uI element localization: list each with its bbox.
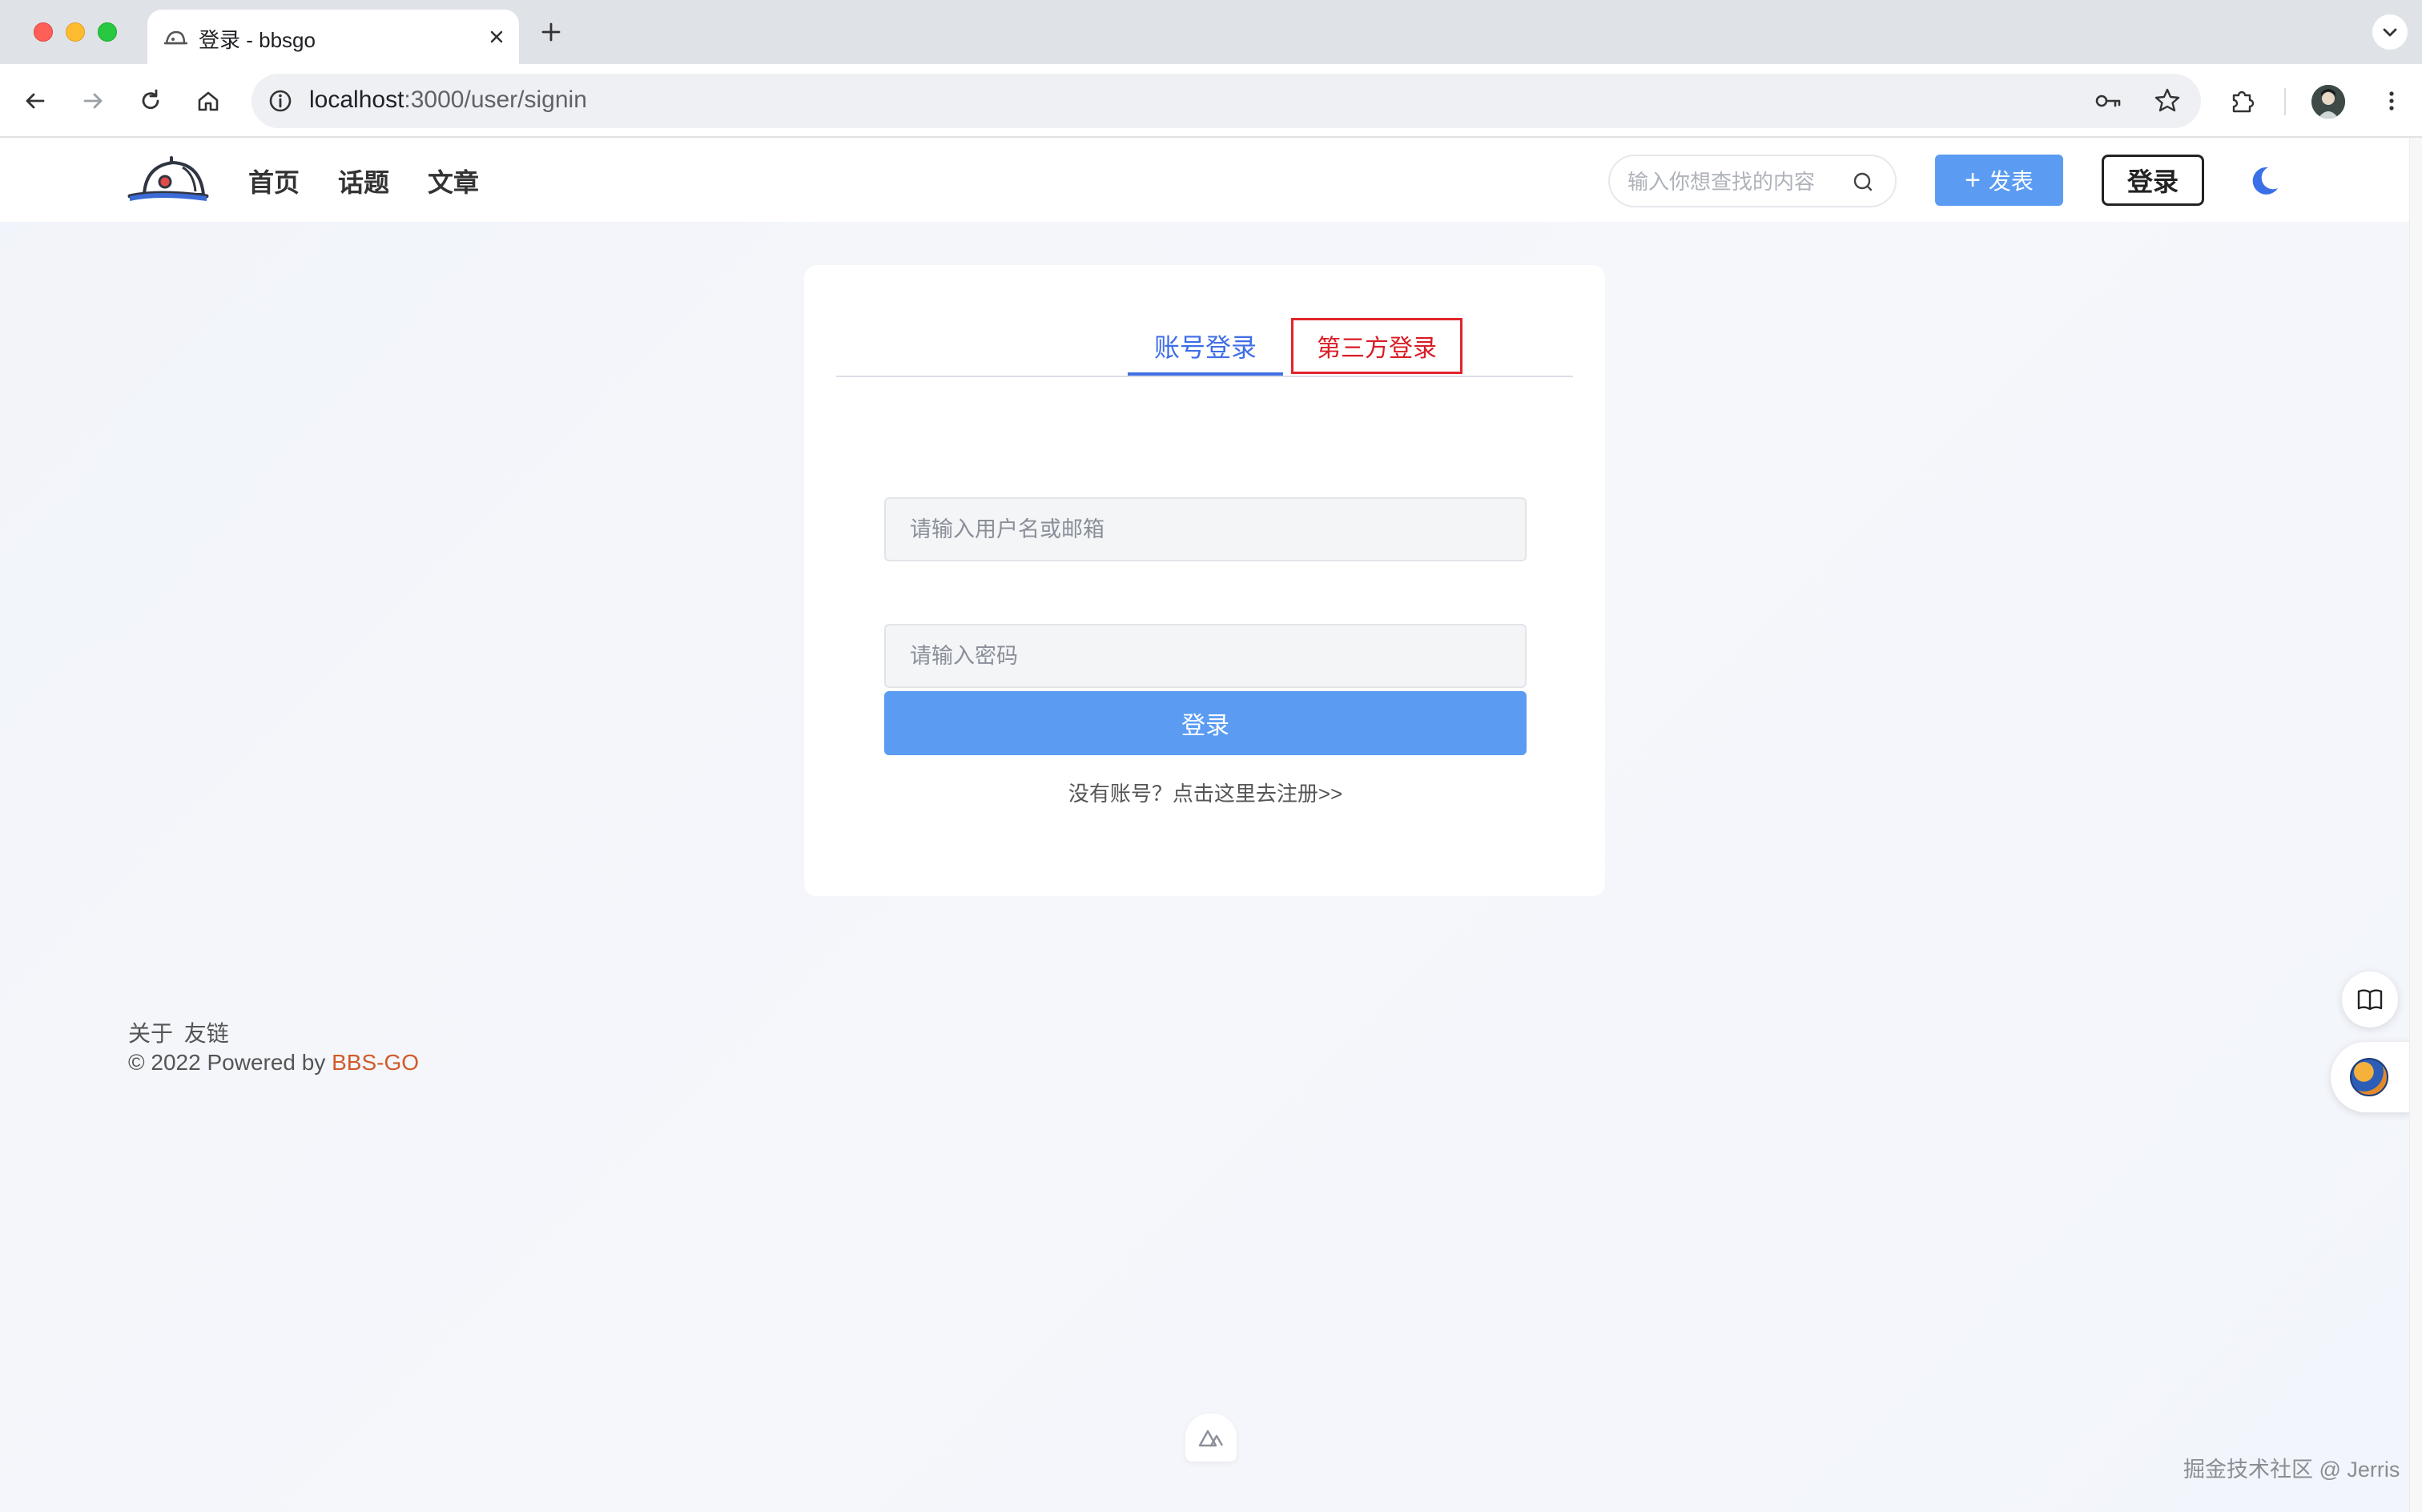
tab-account-login[interactable]: 账号登录 — [1128, 316, 1283, 376]
publish-button[interactable]: + 发表 — [1935, 155, 2063, 206]
header-search — [1608, 155, 1897, 207]
plus-icon: + — [1965, 165, 1981, 195]
username-field — [884, 497, 1527, 561]
active-tab-indicator — [1128, 372, 1283, 376]
toolbar-divider — [2284, 88, 2286, 115]
password-input[interactable] — [910, 640, 1503, 672]
page-scrollbar[interactable] — [2409, 139, 2422, 1512]
bbsgo-logo-icon[interactable] — [127, 155, 211, 206]
browser-tab-active[interactable]: 登录 - bbsgo — [147, 10, 519, 66]
forward-arrow-icon[interactable] — [74, 82, 112, 120]
site-info-icon[interactable] — [264, 85, 296, 117]
url-text: localhost:3000/user/signin — [309, 86, 587, 113]
bookmark-star-icon[interactable] — [2151, 85, 2183, 117]
password-field — [884, 624, 1527, 688]
footer-links: 关于 友链 — [128, 1016, 234, 1048]
profile-avatar[interactable] — [2311, 85, 2345, 119]
header-login-button[interactable]: 登录 — [2102, 155, 2204, 206]
site-header: 首页 话题 文章 + 发表 登录 — [0, 139, 2409, 222]
browser-menu-icon[interactable] — [2372, 82, 2411, 120]
login-card: 账号登录 第三方登录 登录 没有账号？点击这里去注册>> — [804, 265, 1605, 896]
reader-book-button[interactable] — [2342, 971, 2398, 1027]
address-bar[interactable]: localhost:3000/user/signin — [251, 74, 2201, 128]
new-tab-icon[interactable] — [537, 18, 565, 46]
back-arrow-icon[interactable] — [16, 82, 54, 120]
watermark-text: 掘金技术社区 @ Jerris — [2183, 1458, 2400, 1482]
footer-friend-links[interactable]: 友链 — [184, 1021, 229, 1046]
close-window-button[interactable] — [34, 22, 53, 42]
search-icon[interactable] — [1850, 169, 1876, 195]
nav-topics[interactable]: 话题 — [338, 163, 389, 199]
nuxt-logo-icon — [1197, 1426, 1225, 1449]
username-input[interactable] — [910, 513, 1503, 545]
footer-about-link[interactable]: 关于 — [128, 1021, 173, 1046]
nav-home[interactable]: 首页 — [248, 163, 300, 199]
footer-copyright: © 2022 Powered by BBS-GO — [128, 1050, 419, 1076]
close-tab-icon[interactable] — [484, 24, 509, 50]
browser-toolbar: localhost:3000/user/signin — [0, 64, 2422, 138]
page-viewport: 首页 话题 文章 + 发表 登录 账号登录 第三方登录 登录 没有账号 — [0, 139, 2411, 1512]
register-link[interactable]: 没有账号？点击这里去注册>> — [804, 778, 1607, 807]
browser-titlebar: 登录 - bbsgo — [0, 0, 2422, 66]
copyright-text: © 2022 Powered by — [128, 1050, 332, 1075]
tab-title: 登录 - bbsgo — [199, 28, 316, 52]
maximize-window-button[interactable] — [98, 22, 117, 42]
login-submit-button[interactable]: 登录 — [884, 691, 1527, 755]
tab-search-chevron-icon[interactable] — [2372, 14, 2408, 50]
tabs-divider — [836, 376, 1573, 377]
nuxt-devtools-button[interactable] — [1185, 1413, 1237, 1462]
tab-third-party-login[interactable]: 第三方登录 — [1291, 318, 1462, 374]
bbsgo-brand-link[interactable]: BBS-GO — [332, 1050, 419, 1075]
password-key-icon[interactable] — [2092, 85, 2124, 117]
extension-float-button[interactable] — [2331, 1042, 2411, 1112]
publish-label: 发表 — [1988, 169, 2034, 194]
bbsgo-favicon-icon — [163, 26, 189, 48]
dark-mode-moon-icon[interactable] — [2246, 163, 2281, 198]
reload-icon[interactable] — [131, 82, 170, 120]
home-icon[interactable] — [189, 82, 227, 120]
nav-articles[interactable]: 文章 — [428, 163, 479, 199]
extension-ball-icon — [2350, 1058, 2388, 1096]
extensions-puzzle-icon[interactable] — [2223, 82, 2262, 120]
open-book-icon — [2356, 985, 2384, 1014]
search-input[interactable] — [1627, 166, 1844, 198]
minimize-window-button[interactable] — [66, 22, 85, 42]
